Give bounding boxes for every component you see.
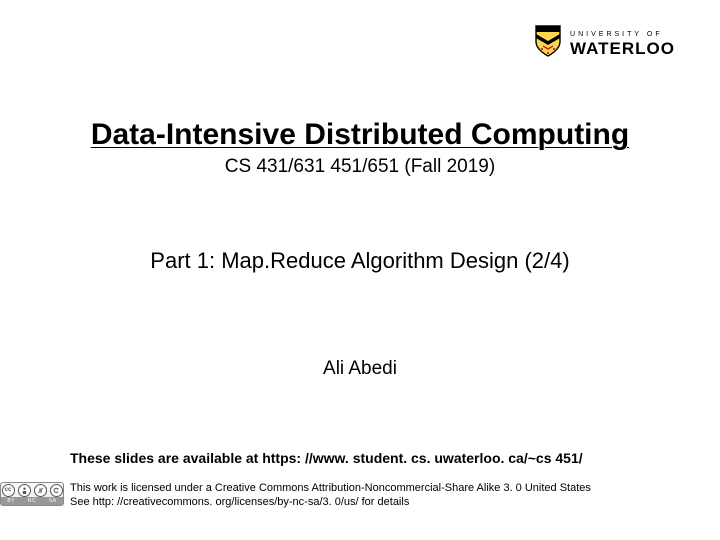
course-code: CS 431/631 451/651 (Fall 2019) (0, 156, 720, 178)
author-name: Ali Abedi (0, 358, 720, 380)
cc-icon: cc (2, 484, 15, 497)
license-line-2: See http: //creativecommons. org/license… (70, 496, 710, 510)
shield-icon (534, 24, 562, 63)
title-block: Data-Intensive Distributed Computing CS … (0, 118, 720, 178)
sa-icon (50, 484, 63, 497)
university-of-label: UNIVERSITY OF (570, 31, 675, 38)
cc-nc-label: NC (28, 498, 36, 504)
cc-license-badge: cc $ BY NC SA (0, 482, 64, 506)
university-logo: UNIVERSITY OF WATERLOO (534, 24, 675, 63)
by-icon (18, 484, 31, 497)
license-line-1: This work is licensed under a Creative C… (70, 482, 710, 496)
cc-by-label: BY (7, 498, 15, 504)
availability-note: These slides are available at https: //w… (70, 450, 583, 466)
part-subtitle: Part 1: Map.Reduce Algorithm Design (2/4… (0, 248, 720, 274)
license-text: This work is licensed under a Creative C… (70, 482, 710, 510)
university-name: WATERLOO (570, 40, 675, 57)
cc-sa-label: SA (49, 498, 57, 504)
nc-icon: $ (34, 484, 47, 497)
slide-title: Data-Intensive Distributed Computing (0, 118, 720, 152)
university-logo-text: UNIVERSITY OF WATERLOO (570, 31, 675, 57)
